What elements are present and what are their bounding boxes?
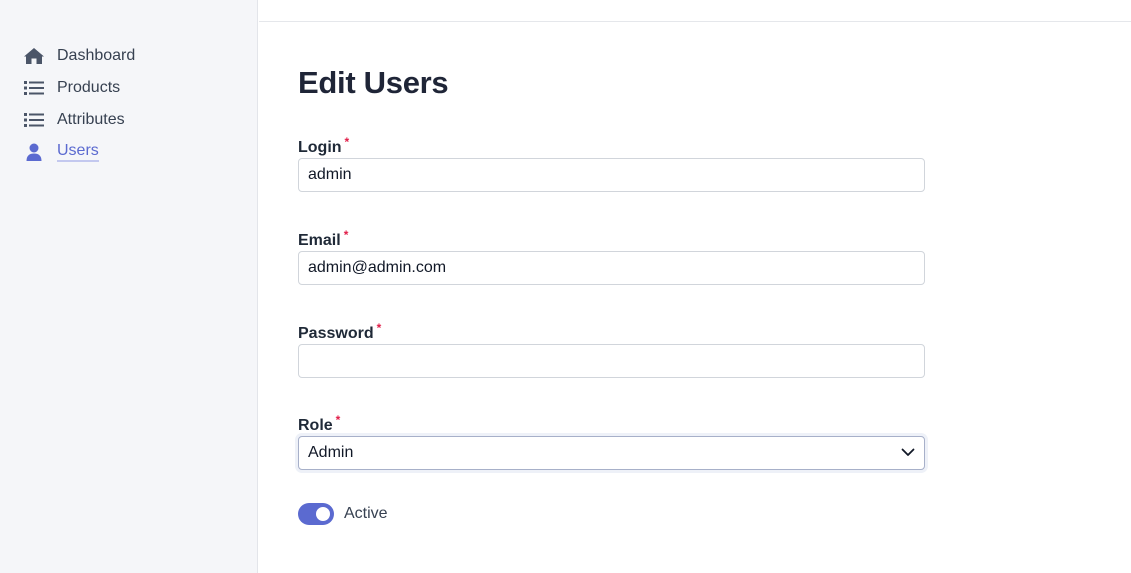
sidebar-item-dashboard[interactable]: Dashboard [23,40,135,72]
sidebar-item-label: Products [57,79,121,96]
page-title: Edit Users [298,65,449,100]
top-bar [259,0,1131,22]
list-icon [23,109,45,131]
toggle-knob [316,507,330,521]
chevron-down-icon [901,444,915,462]
sidebar: Dashboard Products Attributes Users [0,0,258,573]
sidebar-nav: Dashboard Products Attributes Users [23,40,135,168]
sidebar-item-label: Users [57,142,99,162]
required-mark: * [344,135,350,149]
email-label: Email * [298,225,925,249]
role-label-text: Role [298,417,333,434]
sidebar-item-label: Dashboard [57,47,136,64]
sidebar-item-attributes[interactable]: Attributes [23,104,135,136]
list-icon [23,77,45,99]
home-icon [23,45,45,67]
required-mark: * [343,228,349,242]
sidebar-item-label: Attributes [57,111,125,128]
sidebar-item-products[interactable]: Products [23,72,135,104]
sidebar-item-users[interactable]: Users [23,136,135,168]
email-field-group: Email * [298,225,925,285]
role-select[interactable]: Admin [298,436,925,470]
active-label: Active [344,505,388,522]
required-mark: * [376,321,382,335]
email-input[interactable] [298,251,925,285]
login-input[interactable] [298,158,925,192]
main-content: Edit Users Login* Email* Password* Role*… [298,60,938,525]
password-label-text: Password [298,325,374,342]
password-input[interactable] [298,344,925,378]
active-toggle[interactable] [298,503,334,525]
role-label: Role * [298,410,925,434]
required-mark: * [335,413,341,427]
role-select-value: Admin [308,444,354,461]
login-label: Login * [298,132,925,156]
login-label-text: Login [298,139,342,156]
password-field-group: Password * [298,318,925,378]
active-toggle-row: Active [298,503,388,525]
email-label-text: Email [298,232,341,249]
role-field-group: Role * Admin [298,410,925,470]
password-label: Password * [298,318,925,342]
login-field-group: Login * [298,132,925,192]
user-icon [23,141,45,163]
